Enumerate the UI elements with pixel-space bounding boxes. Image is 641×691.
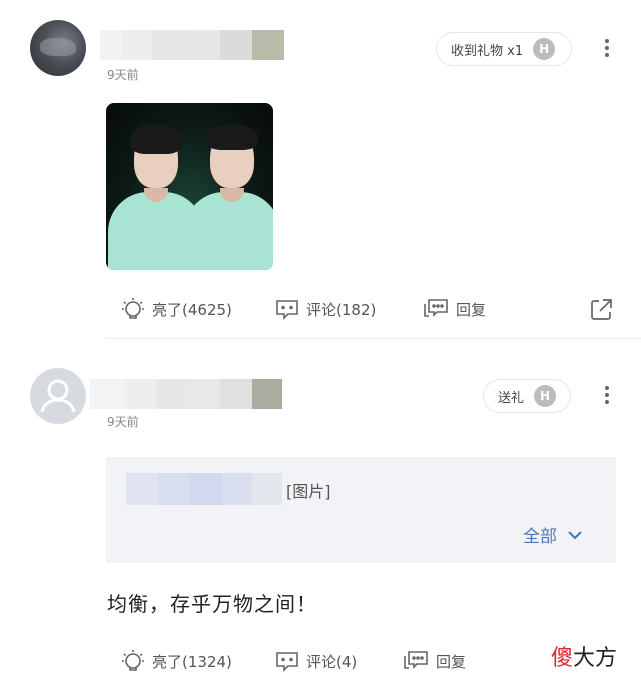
share-icon[interactable] [588, 297, 614, 327]
quoted-username-blurred [126, 473, 282, 505]
reply-label: 回复 [456, 300, 487, 319]
gift-label: 收到礼物 x1 [451, 43, 524, 59]
more-icon[interactable] [602, 386, 612, 404]
reply-button[interactable]: 回复 [402, 648, 466, 674]
avatar[interactable] [30, 368, 86, 424]
comment-label: 评论(4) [306, 652, 358, 671]
like-label: 亮了(1324) [152, 652, 232, 671]
level-badge: H [534, 385, 557, 407]
comment-content: 均衡，存乎万物之间！ [107, 592, 317, 616]
reply-label: 回复 [436, 652, 467, 671]
reply-icon [422, 296, 450, 322]
chevron-down-icon [567, 530, 583, 540]
bulb-icon [120, 296, 146, 322]
username-blurred[interactable] [90, 379, 282, 409]
reply-button[interactable]: 回复 [422, 296, 486, 322]
quoted-text: [图片] [286, 482, 331, 501]
expand-button[interactable]: 全部 [523, 522, 583, 547]
comment-label: 评论(182) [306, 300, 377, 319]
comment-icon [274, 296, 300, 322]
user-avatar-icon [40, 379, 76, 413]
comment-button[interactable]: 评论(182) [274, 296, 376, 322]
gift-label: 送礼 [498, 390, 525, 406]
like-label: 亮了(4625) [152, 300, 232, 319]
bulb-icon [120, 648, 146, 674]
like-button[interactable]: 亮了(1324) [120, 648, 232, 674]
reply-icon [402, 648, 430, 674]
expand-label: 全部 [523, 527, 557, 547]
post-time: 9天前 [107, 68, 139, 82]
send-gift-button[interactable]: 送礼 H [483, 379, 571, 413]
more-icon[interactable] [602, 39, 612, 57]
level-badge: H [533, 38, 556, 60]
gift-received-button[interactable]: 收到礼物 x1 H [436, 32, 572, 66]
comment-icon [274, 648, 300, 674]
comment-button[interactable]: 评论(4) [274, 648, 357, 674]
divider [106, 338, 641, 339]
avatar[interactable] [30, 20, 86, 76]
username-blurred[interactable] [100, 30, 284, 60]
watermark: 傻大方 [551, 646, 618, 671]
post-image[interactable] [106, 103, 273, 270]
like-button[interactable]: 亮了(4625) [120, 296, 232, 322]
post-time: 9天前 [107, 415, 139, 429]
